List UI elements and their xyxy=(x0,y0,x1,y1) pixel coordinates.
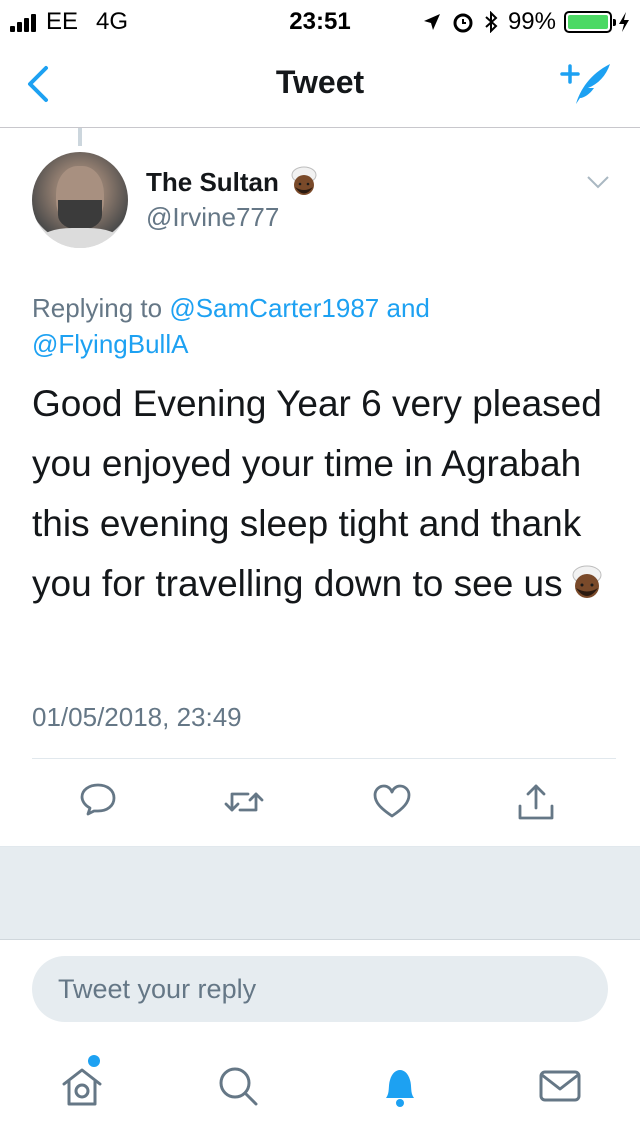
navigation-bar: Tweet xyxy=(0,40,640,128)
divider xyxy=(32,758,616,759)
tweet-text: Good Evening Year 6 very pleased you enj… xyxy=(32,374,616,614)
reply-button[interactable] xyxy=(76,780,120,824)
alarm-icon xyxy=(453,13,473,33)
battery-fill xyxy=(568,15,608,29)
replying-prefix: Replying to xyxy=(32,293,163,323)
reply-input[interactable] xyxy=(32,956,608,1022)
status-bar: EE 4G 23:51 99% xyxy=(0,0,640,40)
home-icon[interactable] xyxy=(58,1062,106,1110)
conversation-separator xyxy=(0,846,640,940)
page-title: Tweet xyxy=(275,64,365,100)
tweet-body: Good Evening Year 6 very pleased you enj… xyxy=(32,383,602,604)
avatar[interactable] xyxy=(32,152,128,248)
battery-icon xyxy=(564,11,616,33)
tweet-actions xyxy=(0,776,640,832)
status-right: 99% xyxy=(412,8,630,36)
author-name-row[interactable]: The Sultan xyxy=(146,166,319,198)
share-button[interactable] xyxy=(514,780,558,824)
notifications-icon[interactable] xyxy=(376,1062,424,1110)
compose-tweet-button[interactable] xyxy=(558,58,614,108)
like-button[interactable] xyxy=(370,780,414,824)
bluetooth-icon xyxy=(485,11,498,33)
mention-link[interactable]: @SamCarter1987 xyxy=(169,293,379,323)
author-name[interactable]: The Sultan xyxy=(146,167,279,198)
author-handle[interactable]: @Irvine777 xyxy=(146,202,279,233)
person-with-turban-emoji-icon xyxy=(572,565,602,598)
thread-line xyxy=(78,128,82,146)
messages-icon[interactable] xyxy=(536,1062,584,1110)
reply-bar[interactable] xyxy=(32,956,608,1022)
avatar-beard xyxy=(58,200,102,230)
tweet-timestamp: 01/05/2018, 23:49 xyxy=(32,702,242,732)
replying-to: Replying to @SamCarter1987 and @FlyingBu… xyxy=(32,290,612,362)
charging-icon xyxy=(619,12,629,32)
replying-and[interactable]: and xyxy=(386,293,429,323)
retweet-button[interactable] xyxy=(222,780,266,824)
new-content-dot xyxy=(88,1055,100,1067)
battery-percent: 99% xyxy=(507,8,556,35)
person-with-turban-emoji-icon xyxy=(291,166,317,195)
search-icon[interactable] xyxy=(214,1062,262,1110)
chevron-down-icon[interactable] xyxy=(586,174,610,190)
avatar-shirt xyxy=(40,228,120,248)
mention-link[interactable]: @FlyingBullA xyxy=(32,329,188,359)
location-icon xyxy=(423,14,440,30)
